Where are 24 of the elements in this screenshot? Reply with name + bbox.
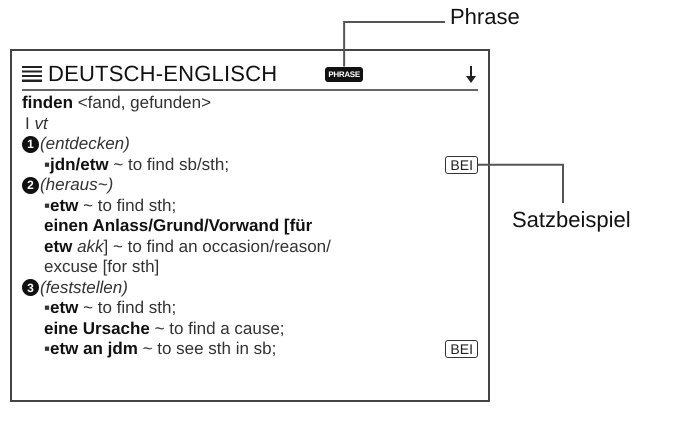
phrase-badge: PHRASE: [325, 66, 363, 82]
entry-line: einen Anlass/Grund/Vorwand [für: [44, 216, 312, 236]
sense-number: 1: [22, 136, 39, 153]
entry-line: ▪etw ~ to find sth;: [44, 196, 176, 216]
entry-line: excuse [for sth]: [44, 257, 160, 278]
callout-label: Phrase: [450, 4, 520, 29]
entry-line: etw akk] ~ to find an occasion/reason/: [44, 236, 331, 257]
menu-icon: [22, 66, 42, 82]
example-badge[interactable]: BEI: [445, 156, 478, 174]
entry-line: ▪etw ~ to find sth;: [44, 298, 176, 318]
sense-number: 2: [22, 176, 39, 194]
headword-line: finden <fand, gefunden>: [22, 93, 212, 114]
entry-line: ▪etw an jdm ~ to see sth in sb;: [44, 339, 276, 360]
example-badge[interactable]: BEI: [445, 340, 478, 358]
entry-line: ▪jdn/etw ~ to find sb/sth;: [44, 154, 230, 175]
entry-line: I vt: [25, 114, 48, 134]
down-arrow-icon: [466, 66, 476, 82]
entry-line: (heraus~): [40, 175, 114, 196]
sense-number: 3: [22, 279, 39, 296]
callout-label: Satzbeispiel: [512, 207, 631, 232]
entry-line: (feststellen): [40, 278, 128, 298]
dictionary-title: DEUTSCH-ENGLISCH: [48, 61, 278, 87]
entry-line: (entdecken): [40, 134, 130, 154]
entry-line: eine Ursache ~ to find a cause;: [44, 318, 285, 339]
